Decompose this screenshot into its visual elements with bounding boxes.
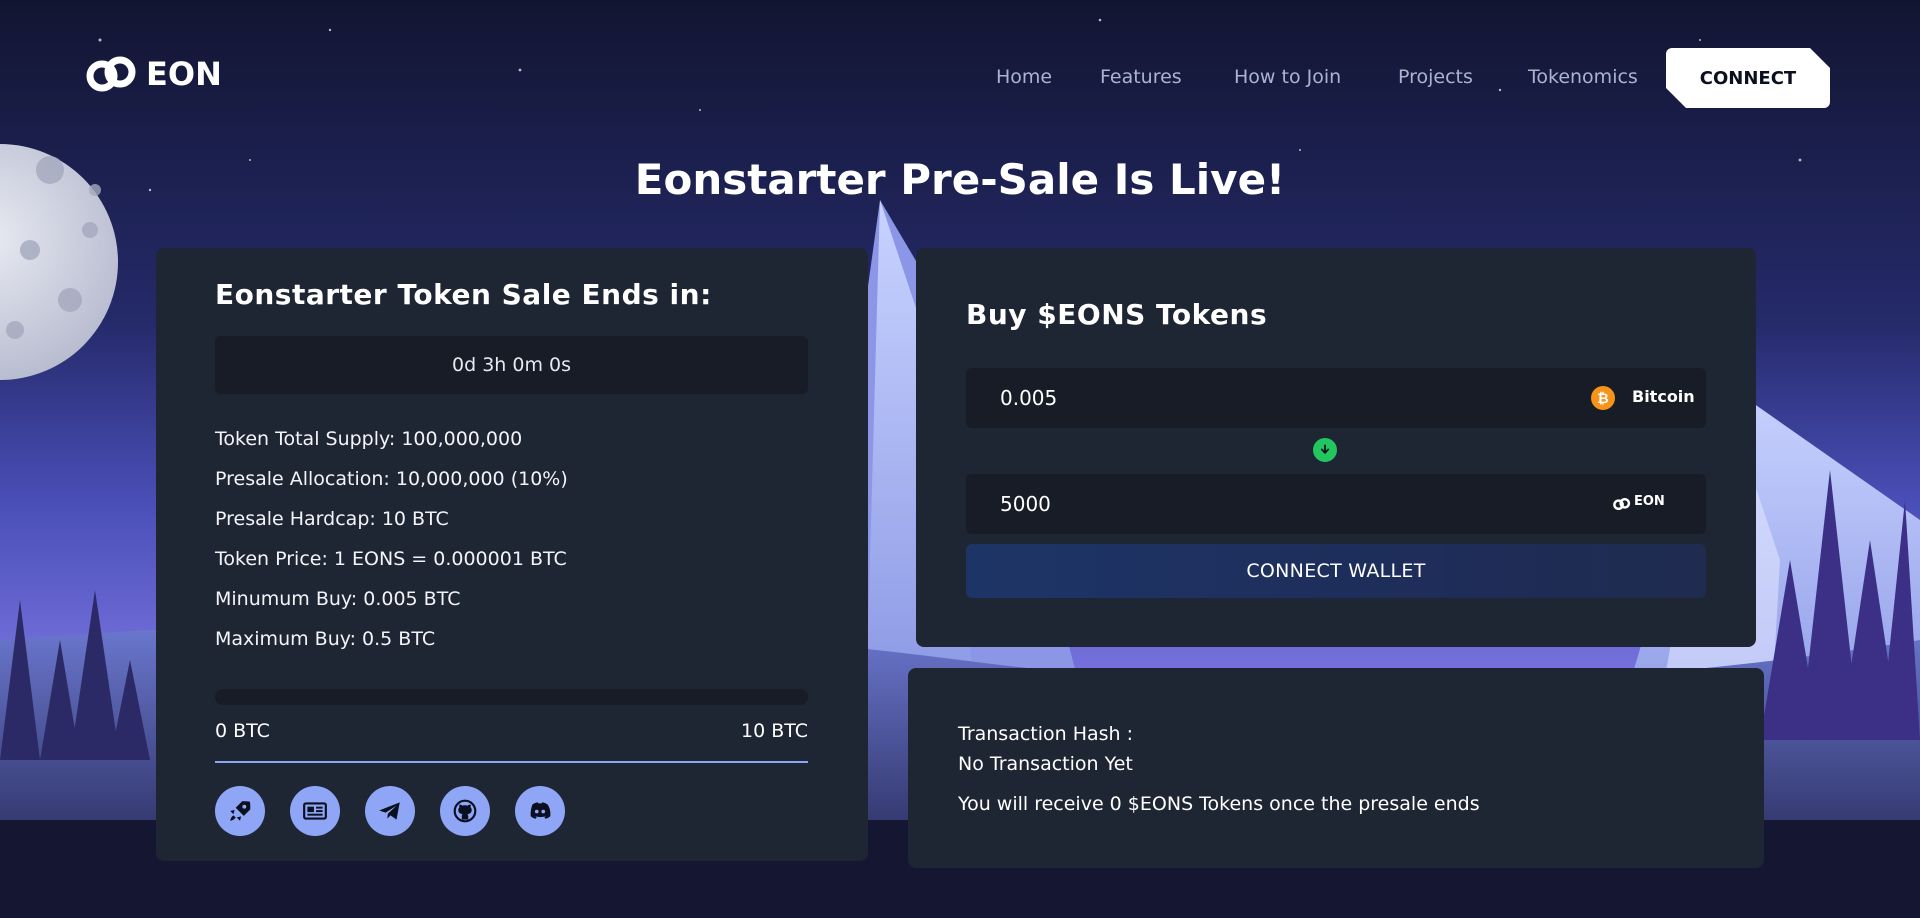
pay-currency-label: Bitcoin <box>1632 387 1695 406</box>
page-title: Eonstarter Pre-Sale Is Live! <box>634 155 1286 204</box>
info-presale-hardcap: Presale Hardcap: 10 BTC <box>215 508 449 530</box>
top-header: EON Home Features How to Join Projects T… <box>0 0 1920 150</box>
nav-tokenomics[interactable]: Tokenomics <box>1528 66 1638 88</box>
divider <box>215 761 808 763</box>
brand-name: EON <box>146 55 222 93</box>
transaction-hash-value: No Transaction Yet <box>958 753 1133 775</box>
discord-icon[interactable] <box>515 786 565 836</box>
nav-features[interactable]: Features <box>1100 66 1182 88</box>
progress-max-label: 10 BTC <box>740 720 808 742</box>
buy-title: Buy $EONS Tokens <box>966 298 1268 331</box>
transaction-hash-label: Transaction Hash : <box>958 723 1134 745</box>
info-maximum-buy: Maximum Buy: 0.5 BTC <box>215 628 436 650</box>
telegram-icon[interactable] <box>365 786 415 836</box>
pay-amount-input[interactable] <box>1000 368 1500 428</box>
nav-home[interactable]: Home <box>996 66 1052 88</box>
sale-info-panel: Eonstarter Token Sale Ends in: 0d 3h 0m … <box>156 248 868 861</box>
eon-logo-icon <box>1613 497 1631 511</box>
brand-logo[interactable]: EON <box>86 52 222 96</box>
social-links <box>215 786 565 836</box>
sale-countdown-title: Eonstarter Token Sale Ends in: <box>215 278 712 311</box>
rocket-icon[interactable] <box>215 786 265 836</box>
progress-min-label: 0 BTC <box>215 720 270 742</box>
github-icon[interactable] <box>440 786 490 836</box>
pay-amount-field: ₿ Bitcoin <box>966 368 1706 428</box>
info-presale-allocation: Presale Allocation: 10,000,000 (10%) <box>215 468 568 490</box>
countdown-timer: 0d 3h 0m 0s <box>215 336 808 394</box>
arrow-down-icon <box>1313 438 1337 462</box>
nav-projects[interactable]: Projects <box>1398 66 1473 88</box>
connect-button[interactable]: CONNECT <box>1666 48 1830 108</box>
nav-how-to-join[interactable]: How to Join <box>1234 66 1341 88</box>
presale-progress-bar <box>215 689 808 705</box>
receive-amount-input[interactable] <box>1000 474 1500 534</box>
receive-notice: You will receive 0 $EONS Tokens once the… <box>958 793 1480 815</box>
news-icon[interactable] <box>290 786 340 836</box>
info-minimum-buy: Minumum Buy: 0.005 BTC <box>215 588 461 610</box>
infinity-logo-icon <box>86 56 136 92</box>
connect-wallet-button[interactable]: CONNECT WALLET <box>966 544 1706 598</box>
svg-text:₿: ₿ <box>1597 391 1608 407</box>
bitcoin-icon: ₿ <box>1591 386 1615 410</box>
receive-currency-label: EON <box>1634 494 1665 509</box>
token-info-list: Token Total Supply: 100,000,000 Presale … <box>215 428 568 668</box>
info-total-supply: Token Total Supply: 100,000,000 <box>215 428 523 450</box>
receive-amount-field: EON <box>966 474 1706 534</box>
info-token-price: Token Price: 1 EONS = 0.000001 BTC <box>215 548 567 570</box>
buy-tokens-panel: Buy $EONS Tokens ₿ Bitcoin EON CONNECT W… <box>916 248 1756 647</box>
transaction-panel: Transaction Hash : No Transaction Yet Yo… <box>908 668 1764 868</box>
